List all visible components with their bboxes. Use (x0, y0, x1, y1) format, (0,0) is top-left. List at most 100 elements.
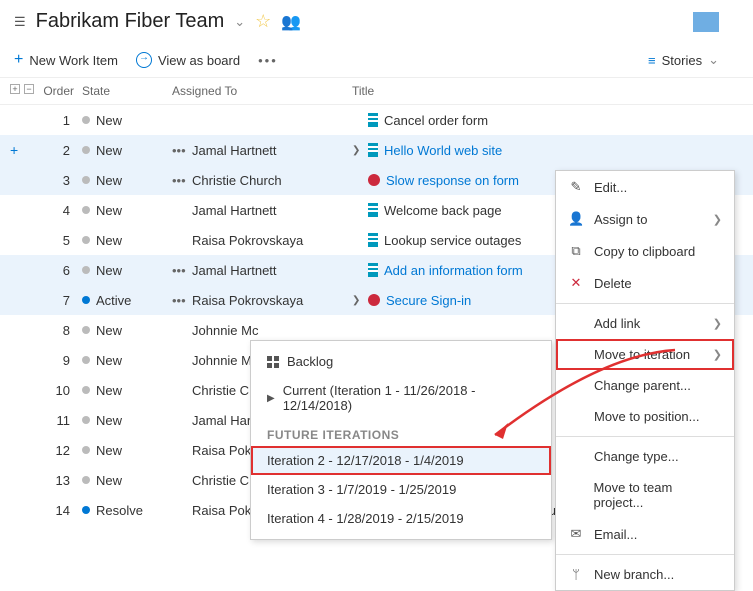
row-state: New (82, 353, 172, 368)
row-order: 9 (40, 353, 82, 368)
sub-iteration-2[interactable]: Iteration 2 - 12/17/2018 - 1/4/2019 (251, 446, 551, 475)
row-assigned: Raisa Pokrovskaya (192, 293, 352, 308)
ctx-move-to-iteration[interactable]: Move to iteration ❯ (556, 339, 734, 370)
sub-current[interactable]: ▶ Current (Iteration 1 - 11/26/2018 - 12… (251, 376, 551, 420)
row-order: 14 (40, 503, 82, 518)
ctx-email[interactable]: ✉ Email... (556, 518, 734, 550)
state-dot-icon (82, 266, 90, 274)
toolbar: + New Work Item View as board ••• ≡ Stor… (0, 43, 753, 78)
row-order: 8 (40, 323, 82, 338)
new-work-item-label: New Work Item (29, 53, 118, 68)
ctx-edit[interactable]: ✎ Edit... (556, 171, 734, 203)
row-actions[interactable]: ••• (172, 293, 192, 308)
expand-collapse[interactable]: + − (10, 84, 40, 98)
chevron-right-icon: ❯ (713, 213, 722, 226)
state-dot-icon (82, 176, 90, 184)
sub-iteration-3[interactable]: Iteration 3 - 1/7/2019 - 1/25/2019 (251, 475, 551, 504)
separator (556, 436, 734, 437)
row-order: 1 (40, 113, 82, 128)
caret-right-icon: ▶ (267, 393, 275, 404)
separator (556, 303, 734, 304)
expand-caret-icon[interactable]: ❯ (352, 145, 368, 156)
delete-icon: ✕ (568, 275, 584, 291)
row-actions[interactable]: ••• (172, 143, 192, 158)
row-state: New (82, 473, 172, 488)
add-child-icon[interactable]: + (10, 142, 18, 158)
backlog-icon (267, 356, 279, 368)
chevron-right-icon: ❯ (713, 317, 722, 330)
chevron-down-icon: ⌄ (708, 52, 719, 68)
team-members-icon[interactable]: 👥 (281, 12, 301, 32)
expand-caret-icon[interactable]: ❯ (352, 295, 368, 306)
row-order: 5 (40, 233, 82, 248)
chevron-right-icon: ❯ (713, 348, 722, 361)
ctx-change-parent[interactable]: Change parent... (556, 370, 734, 401)
table-header: + − Order State Assigned To Title (0, 78, 753, 105)
mail-icon: ✉ (568, 526, 584, 542)
state-dot-icon (82, 146, 90, 154)
row-actions[interactable]: ••• (172, 173, 192, 188)
col-state[interactable]: State (82, 84, 172, 98)
row-order: 3 (40, 173, 82, 188)
row-assigned: Raisa Pokrovskaya (192, 233, 352, 248)
view-as-board-button[interactable]: View as board (136, 52, 240, 68)
col-assigned[interactable]: Assigned To (172, 84, 352, 98)
team-icon: ☰ (14, 14, 26, 30)
state-dot-icon (82, 506, 90, 514)
ctx-move-team[interactable]: Move to team project... (556, 472, 734, 518)
new-work-item-button[interactable]: + New Work Item (14, 51, 118, 69)
copy-icon: ⧉ (568, 243, 584, 259)
ctx-assign[interactable]: 👤 Assign to ❯ (556, 203, 734, 235)
state-dot-icon (82, 356, 90, 364)
table-row[interactable]: 1 New Cancel order form (0, 105, 753, 135)
iteration-submenu: Backlog ▶ Current (Iteration 1 - 11/26/2… (250, 340, 552, 540)
context-menu: ✎ Edit... 👤 Assign to ❯ ⧉ Copy to clipbo… (555, 170, 735, 591)
row-order: 10 (40, 383, 82, 398)
row-order: 2 (40, 143, 82, 158)
bug-icon (368, 294, 380, 306)
ctx-add-link[interactable]: Add link ❯ (556, 308, 734, 339)
row-assigned: Jamal Hartnett (192, 203, 352, 218)
bug-icon (368, 174, 380, 186)
separator (556, 554, 734, 555)
row-order: 4 (40, 203, 82, 218)
sub-iteration-4[interactable]: Iteration 4 - 1/28/2019 - 2/15/2019 (251, 504, 551, 533)
expand-all-icon[interactable]: + (10, 84, 20, 94)
state-dot-icon (82, 326, 90, 334)
row-order: 7 (40, 293, 82, 308)
sub-backlog[interactable]: Backlog (251, 347, 551, 376)
more-options-icon[interactable]: ••• (258, 53, 278, 68)
ctx-delete[interactable]: ✕ Delete (556, 267, 734, 299)
state-dot-icon (82, 446, 90, 454)
stories-filter[interactable]: ≡ Stories ⌄ (648, 52, 719, 68)
chevron-down-icon[interactable]: ⌄ (234, 14, 245, 30)
row-title[interactable]: Cancel order form (368, 113, 743, 128)
state-dot-icon (82, 476, 90, 484)
ctx-new-branch[interactable]: ᛘ New branch... (556, 559, 734, 590)
row-state: Resolve (82, 503, 172, 518)
row-state: New (82, 233, 172, 248)
row-state: New (82, 203, 172, 218)
ctx-copy[interactable]: ⧉ Copy to clipboard (556, 235, 734, 267)
person-icon: 👤 (568, 211, 584, 227)
user-story-icon (368, 263, 378, 277)
ctx-change-type[interactable]: Change type... (556, 441, 734, 472)
row-state: New (82, 443, 172, 458)
row-state: New (82, 413, 172, 428)
row-order: 13 (40, 473, 82, 488)
team-title[interactable]: Fabrikam Fiber Team (36, 10, 225, 33)
col-title[interactable]: Title (352, 84, 743, 98)
col-order[interactable]: Order (40, 84, 82, 98)
user-story-icon (368, 143, 378, 157)
plus-icon: + (14, 51, 23, 69)
avatar[interactable] (693, 12, 719, 32)
table-row[interactable]: + 2 New ••• Jamal Hartnett ❯ Hello World… (0, 135, 753, 165)
view-board-label: View as board (158, 53, 240, 68)
collapse-all-icon[interactable]: − (24, 84, 34, 94)
row-order: 11 (40, 413, 82, 428)
ctx-move-position[interactable]: Move to position... (556, 401, 734, 432)
state-dot-icon (82, 416, 90, 424)
favorite-icon[interactable]: ☆ (255, 11, 271, 32)
row-actions[interactable]: ••• (172, 263, 192, 278)
row-title[interactable]: Hello World web site (368, 143, 743, 158)
